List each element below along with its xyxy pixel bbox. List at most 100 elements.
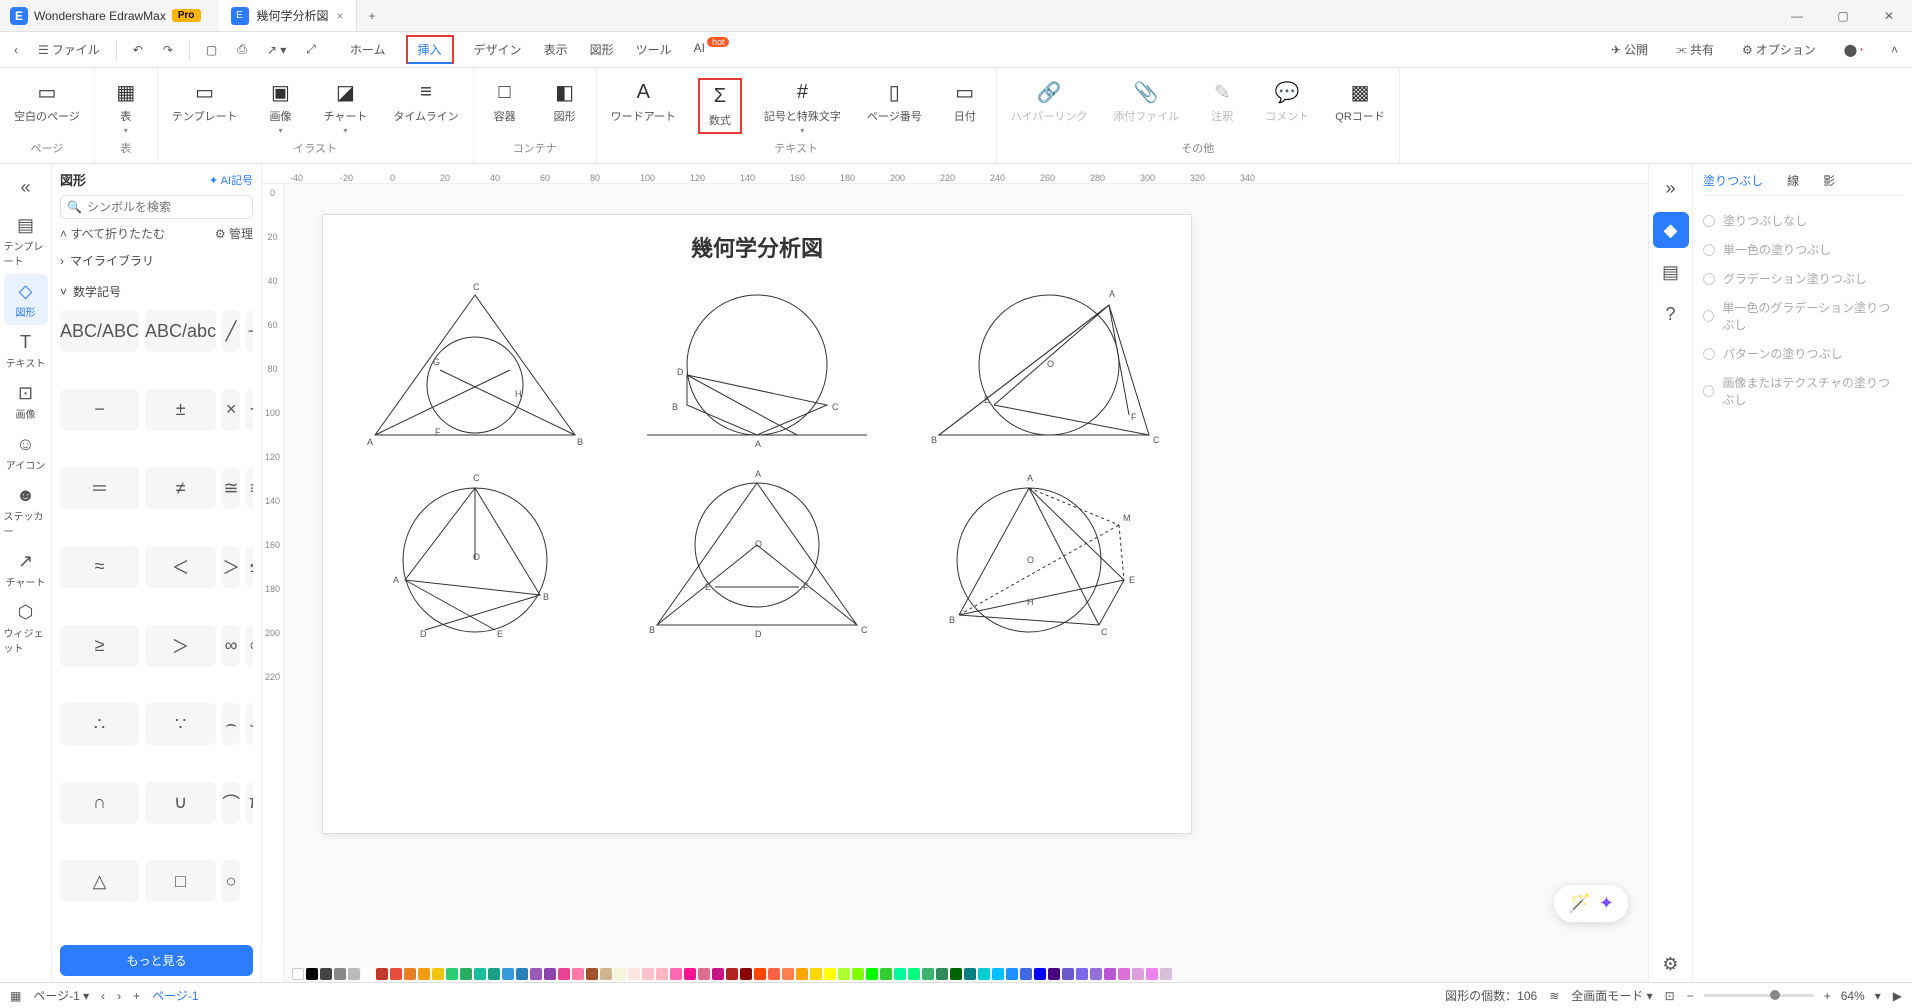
color-swatch[interactable] — [544, 968, 556, 980]
color-swatch[interactable] — [838, 968, 850, 980]
color-swatch[interactable] — [320, 968, 332, 980]
symbol-cell[interactable]: ± — [145, 389, 216, 431]
ribbon-日付[interactable]: ▭日付 — [944, 78, 986, 126]
color-swatch[interactable] — [1118, 968, 1130, 980]
ribbon-ワードアート[interactable]: Aワードアート — [607, 78, 680, 126]
symbol-cell[interactable]: ÷ — [246, 389, 253, 431]
menu-tab-挿入[interactable]: 挿入 — [406, 35, 454, 64]
leftrail-アイコン[interactable]: ☺アイコン — [4, 427, 48, 478]
symbol-cell[interactable]: ∴ — [60, 703, 139, 745]
symbol-cell[interactable]: ＜ — [145, 546, 216, 588]
maximize-button[interactable]: ▢ — [1820, 0, 1866, 32]
symbol-cell[interactable]: × — [222, 389, 240, 431]
color-swatch[interactable] — [362, 968, 374, 980]
color-swatch[interactable] — [880, 968, 892, 980]
fill-option[interactable]: パターンの塗りつぶし — [1703, 339, 1902, 368]
color-swatch[interactable] — [908, 968, 920, 980]
color-swatch[interactable] — [642, 968, 654, 980]
canvas-viewport[interactable]: 幾何学分析図 CABGHF DCBA ABCEOF CABDEO ABCDEFO… — [262, 184, 1648, 966]
format-tab-塗りつぶし[interactable]: 塗りつぶし — [1703, 172, 1763, 189]
zoom-out-button[interactable]: − — [1687, 989, 1694, 1003]
leftrail-画像[interactable]: ⊡画像 — [4, 376, 48, 427]
color-swatch[interactable] — [824, 968, 836, 980]
diagram-4[interactable]: CABDEO — [339, 465, 611, 645]
color-swatch[interactable] — [712, 968, 724, 980]
ribbon-ページ番号[interactable]: ▯ページ番号 — [863, 78, 926, 126]
color-swatch[interactable] — [460, 968, 472, 980]
color-swatch[interactable] — [922, 968, 934, 980]
fill-option[interactable]: 単一色のグラデーション塗りつぶし — [1703, 293, 1902, 339]
symbol-cell[interactable]: ＋ — [246, 310, 253, 352]
color-swatch[interactable] — [810, 968, 822, 980]
color-swatch[interactable] — [698, 968, 710, 980]
color-swatch[interactable] — [768, 968, 780, 980]
diagram-6[interactable]: ABCEMOH — [903, 465, 1175, 645]
options-button[interactable]: ⚙ オプション — [1734, 37, 1824, 62]
document-tab[interactable]: E 幾何学分析図 × — [219, 0, 357, 31]
color-swatch[interactable] — [502, 968, 514, 980]
export-button[interactable]: ↗ ▾ — [259, 39, 294, 61]
menu-tab-表示[interactable]: 表示 — [542, 35, 570, 64]
show-more-button[interactable]: もっと見る — [60, 945, 253, 976]
close-tab-icon[interactable]: × — [337, 9, 344, 23]
format-tab-線[interactable]: 線 — [1787, 172, 1799, 189]
color-swatch[interactable] — [474, 968, 486, 980]
menu-tab-図形[interactable]: 図形 — [588, 35, 616, 64]
menu-tab-AI[interactable]: AI — [692, 35, 707, 64]
color-swatch[interactable] — [1076, 968, 1088, 980]
color-swatch[interactable] — [572, 968, 584, 980]
color-swatch[interactable] — [992, 968, 1004, 980]
file-menu[interactable]: ☰ ファイル — [30, 37, 108, 62]
share-button[interactable]: ⫘ 共有 — [1668, 37, 1722, 62]
color-swatch[interactable] — [1034, 968, 1046, 980]
grid-toggle[interactable]: ▦ — [10, 989, 21, 1003]
symbol-cell[interactable]: ∪ — [145, 782, 216, 824]
collapse-leftpanel-button[interactable]: « — [4, 170, 48, 204]
zoom-slider[interactable] — [1704, 994, 1814, 997]
color-swatch[interactable] — [614, 968, 626, 980]
symbol-cell[interactable]: ∝ — [246, 625, 253, 667]
color-swatch[interactable] — [376, 968, 388, 980]
color-swatch[interactable] — [334, 968, 346, 980]
color-swatch[interactable] — [1104, 968, 1116, 980]
color-swatch[interactable] — [404, 968, 416, 980]
symbol-cell[interactable]: ≅ — [222, 467, 240, 509]
symbol-cell[interactable]: ＞ — [222, 546, 240, 588]
collapse-all-button[interactable]: ˄ すべて折りたたむ — [60, 225, 165, 242]
page-tab[interactable]: ページ-1 — [152, 987, 198, 1004]
color-swatch[interactable] — [796, 968, 808, 980]
ribbon-QRコード[interactable]: ▩QRコード — [1331, 78, 1389, 126]
symbol-cell[interactable]: △ — [60, 860, 139, 902]
symbol-search-input[interactable] — [87, 200, 246, 214]
diagram-3[interactable]: ABCEOF — [903, 275, 1175, 455]
diagram-2[interactable]: DCBA — [621, 275, 893, 455]
color-swatch[interactable] — [782, 968, 794, 980]
collapse-ribbon-button[interactable]: ˄ — [1883, 39, 1906, 61]
presentation-icon[interactable]: ▶ — [1893, 989, 1902, 1003]
my-library-section[interactable]: › マイライブラリ — [60, 248, 253, 273]
color-swatch[interactable] — [306, 968, 318, 980]
prev-page-button[interactable]: ‹ — [101, 989, 105, 1003]
leftrail-テンプレート[interactable]: ▤テンプレート — [4, 208, 48, 274]
color-swatch[interactable] — [978, 968, 990, 980]
color-swatch[interactable] — [866, 968, 878, 980]
save-button[interactable]: ▢ — [198, 39, 225, 61]
symbol-cell[interactable]: □ — [145, 860, 216, 902]
color-swatch[interactable] — [670, 968, 682, 980]
ribbon-空白のページ[interactable]: ▭空白のページ — [10, 78, 84, 126]
leftrail-図形[interactable]: ◇図形 — [4, 274, 48, 325]
color-swatch[interactable] — [656, 968, 668, 980]
notifications-button[interactable]: ⬤• — [1836, 39, 1871, 61]
menu-tab-ホーム[interactable]: ホーム — [348, 35, 388, 64]
fill-tool-icon[interactable]: ◆ — [1653, 212, 1689, 248]
page[interactable]: 幾何学分析図 CABGHF DCBA ABCEOF CABDEO ABCDEFO… — [322, 214, 1192, 834]
leftrail-チャート[interactable]: ↗チャート — [4, 544, 48, 595]
symbol-cell[interactable]: π — [246, 782, 253, 824]
color-swatch[interactable] — [1160, 968, 1172, 980]
symbol-cell[interactable]: − — [60, 389, 139, 431]
layers-icon[interactable]: ≋ — [1549, 989, 1559, 1003]
symbol-cell[interactable]: ＝ — [60, 467, 139, 509]
color-swatch[interactable] — [740, 968, 752, 980]
color-swatch[interactable] — [628, 968, 640, 980]
undo-button[interactable]: ↶ — [125, 39, 151, 61]
